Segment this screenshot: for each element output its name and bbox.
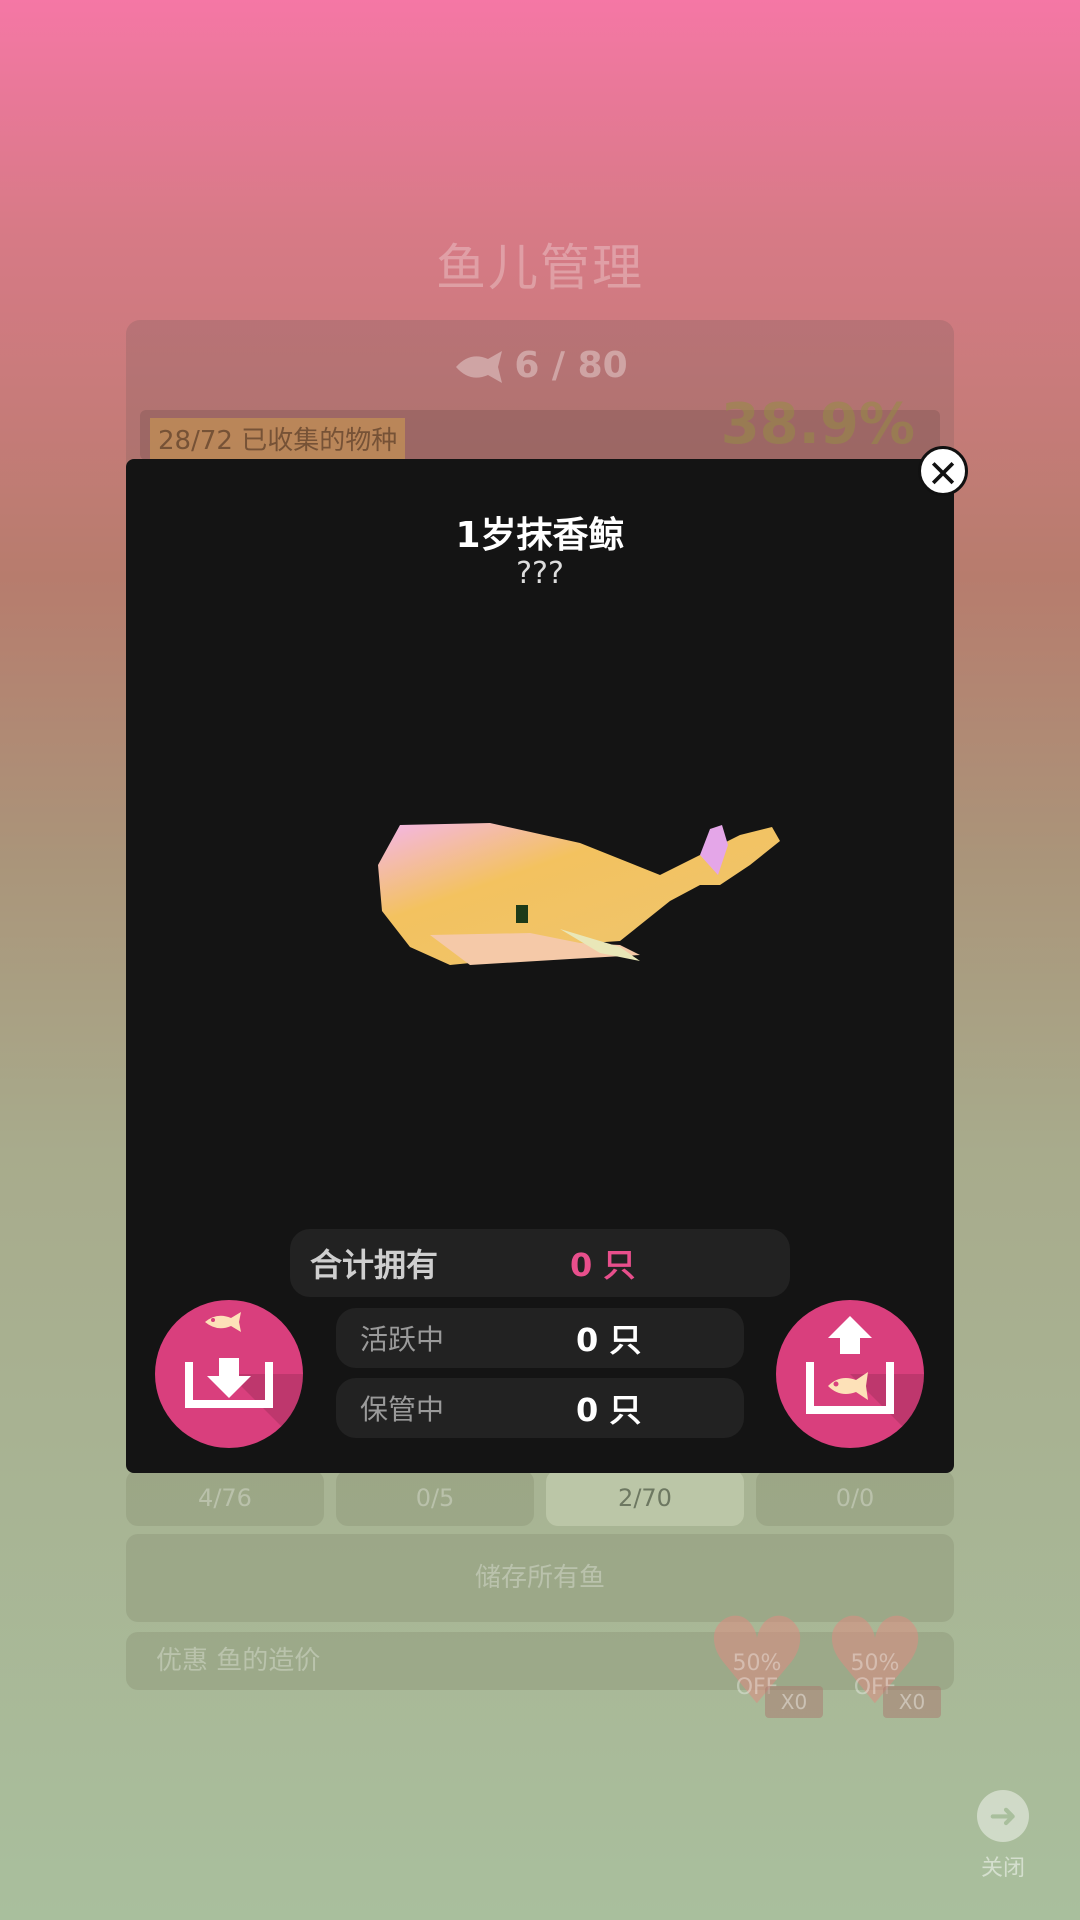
stat-total-label: 合计拥有 bbox=[310, 1246, 439, 1284]
stat-active-label: 活跃中 bbox=[360, 1323, 445, 1356]
stat-storage-row: 保管中 0 只 bbox=[336, 1378, 744, 1438]
close-label: 关闭 bbox=[980, 1856, 1025, 1881]
discount-heart-2-badge: X0 bbox=[883, 1686, 941, 1718]
release-fish-button[interactable] bbox=[776, 1300, 924, 1448]
collected-percent: 38.9% bbox=[720, 392, 915, 457]
fish-subtitle: ??? bbox=[516, 556, 564, 591]
stat-total-row: 合计拥有 0 只 bbox=[290, 1229, 790, 1297]
close-screen-button[interactable]: ➜ 关闭 bbox=[968, 1790, 1038, 1882]
tab-category-4[interactable]: 0/0 bbox=[756, 1470, 954, 1526]
release-fish-icon bbox=[806, 1316, 924, 1448]
close-icon: ✕ bbox=[927, 452, 959, 496]
fish-count-text: 6 / 80 bbox=[514, 345, 628, 386]
fish-name: 1岁抹香鲸 bbox=[455, 515, 625, 556]
fish-count: 6 / 80 bbox=[0, 345, 1080, 386]
tab-category-3[interactable]: 2/70 bbox=[546, 1470, 744, 1526]
stat-active-value: 0 只 bbox=[576, 1321, 642, 1359]
category-tabs: 4/76 0/5 2/70 0/0 bbox=[126, 1470, 954, 1526]
stat-storage-label: 保管中 bbox=[360, 1393, 445, 1426]
discount-heart-1-badge: X0 bbox=[765, 1686, 823, 1718]
tab-category-2[interactable]: 0/5 bbox=[336, 1470, 534, 1526]
sperm-whale-model bbox=[378, 823, 780, 965]
modal-close-button[interactable]: ✕ bbox=[918, 446, 968, 496]
arrow-right-icon: ➜ bbox=[977, 1790, 1029, 1842]
page-title: 鱼儿管理 bbox=[436, 239, 644, 297]
stat-storage-value: 0 只 bbox=[576, 1391, 642, 1429]
stat-total-value: 0 只 bbox=[570, 1246, 636, 1284]
collected-species-label: 28/72 已收集的物种 bbox=[150, 418, 406, 459]
stat-active-row: 活跃中 0 只 bbox=[336, 1308, 744, 1368]
store-fish-icon bbox=[185, 1312, 303, 1448]
store-fish-button[interactable] bbox=[155, 1300, 303, 1448]
fish-icon bbox=[456, 351, 503, 383]
tab-category-1[interactable]: 4/76 bbox=[126, 1470, 324, 1526]
